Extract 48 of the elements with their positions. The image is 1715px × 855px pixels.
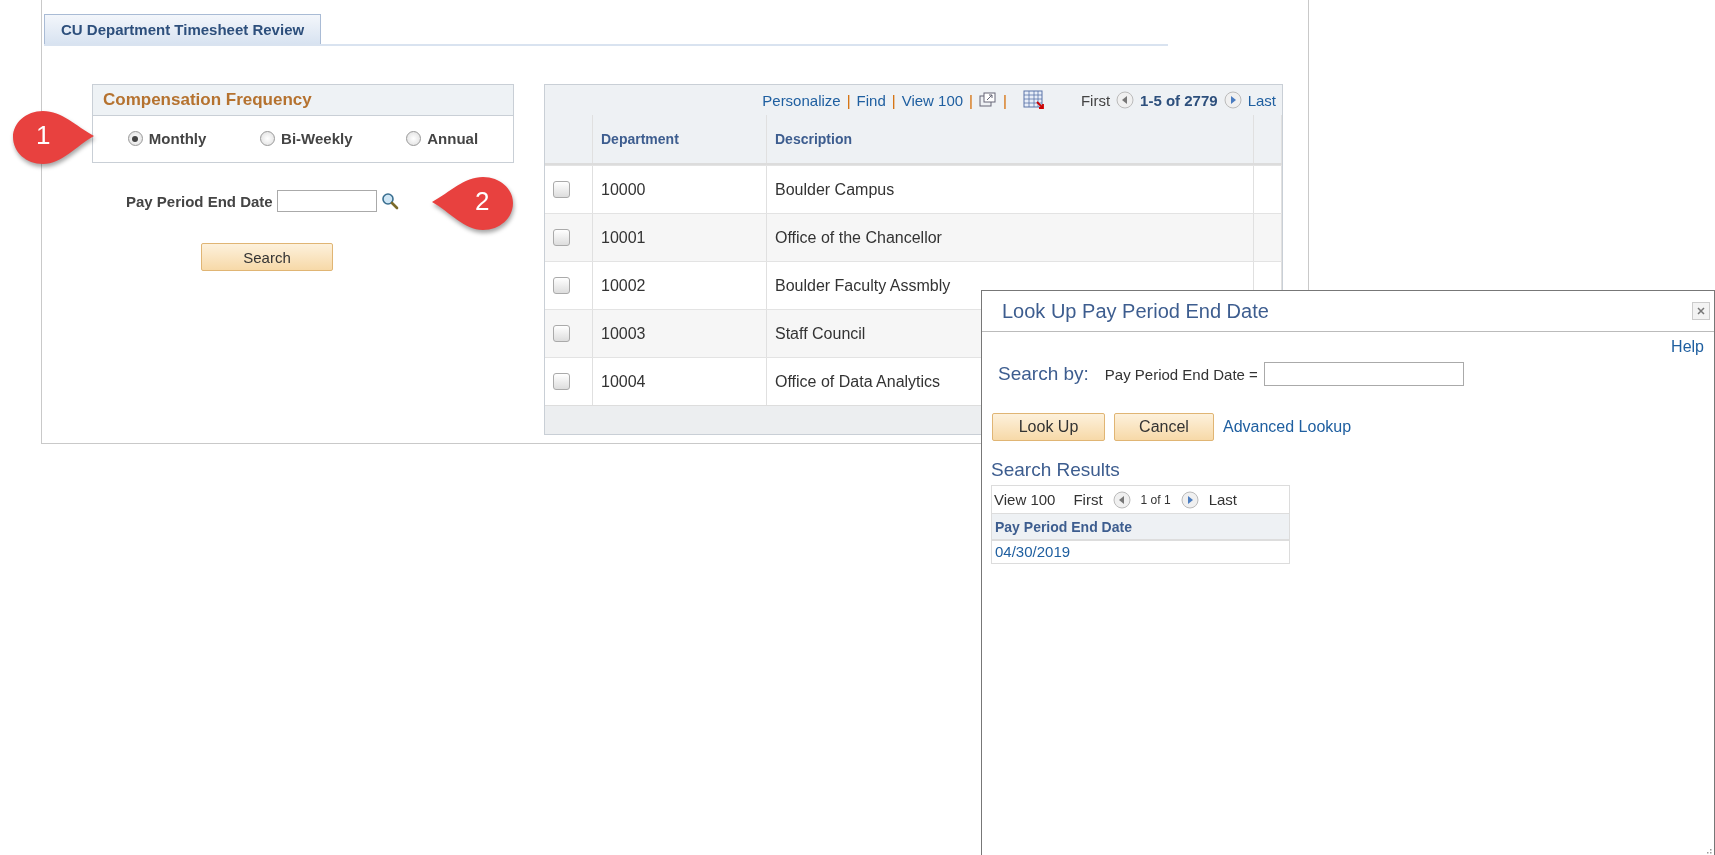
advanced-lookup-link[interactable]: Advanced Lookup <box>1223 418 1352 436</box>
radio-button[interactable] <box>260 131 276 146</box>
search-icon[interactable] <box>380 192 399 210</box>
record-range: 1 of 1 <box>1140 492 1171 507</box>
results-title: Search Results <box>991 459 1121 481</box>
separator: | <box>1003 91 1007 109</box>
last-label: Last <box>1208 491 1237 508</box>
look-up-button[interactable]: Look Up <box>992 413 1105 441</box>
column-header: Description <box>767 115 1254 163</box>
column-header: Pay Period End Date <box>992 513 1289 541</box>
section-title: Compensation Frequency <box>93 85 513 116</box>
page-tab[interactable]: CU Department Timesheet Review <box>44 14 322 44</box>
first-label: First <box>1073 491 1103 508</box>
radio-label: Bi-Weekly <box>281 130 353 147</box>
help-link[interactable]: Help <box>1671 338 1704 356</box>
radio-label: Monthly <box>148 130 207 147</box>
separator: | <box>969 91 973 109</box>
callout-number: 2 <box>475 186 490 217</box>
last-link[interactable]: Last <box>1247 91 1276 109</box>
callout-number: 1 <box>36 120 51 151</box>
toolbar-link[interactable]: Personalize <box>762 91 841 109</box>
toolbar-link[interactable]: Find <box>856 91 886 109</box>
search-button[interactable]: Search <box>201 243 333 271</box>
cancel-button[interactable]: Cancel <box>1114 413 1214 441</box>
radio-label: Annual <box>427 130 479 147</box>
toolbar-link[interactable]: View 100 <box>901 91 964 109</box>
spreadsheet-icon[interactable] <box>1022 90 1045 110</box>
view-100-label: View 100 <box>994 491 1056 508</box>
result-link[interactable]: 04/30/2019 <box>992 541 1289 563</box>
search-by-label: Search by: <box>998 363 1089 385</box>
close-icon <box>1696 306 1706 316</box>
first-label: First <box>1080 91 1111 109</box>
row-checkbox[interactable] <box>553 229 570 246</box>
row-checkbox[interactable] <box>553 373 570 390</box>
date-input-field[interactable] <box>276 190 377 212</box>
record-range: 1-5 of 2779 <box>1140 91 1218 109</box>
close-button[interactable] <box>1692 302 1710 320</box>
lookup-input-field[interactable] <box>1263 362 1464 386</box>
radio-button[interactable] <box>127 131 143 146</box>
row-checkbox[interactable] <box>553 181 570 198</box>
row-checkbox[interactable] <box>553 325 570 342</box>
popout-icon[interactable] <box>979 92 997 108</box>
radio-button[interactable] <box>406 131 422 146</box>
separator: | <box>891 91 896 109</box>
row-checkbox[interactable] <box>553 277 570 294</box>
column-header: Department <box>593 115 767 163</box>
separator: | <box>846 91 851 109</box>
field-label: Pay Period End Date <box>126 192 273 210</box>
